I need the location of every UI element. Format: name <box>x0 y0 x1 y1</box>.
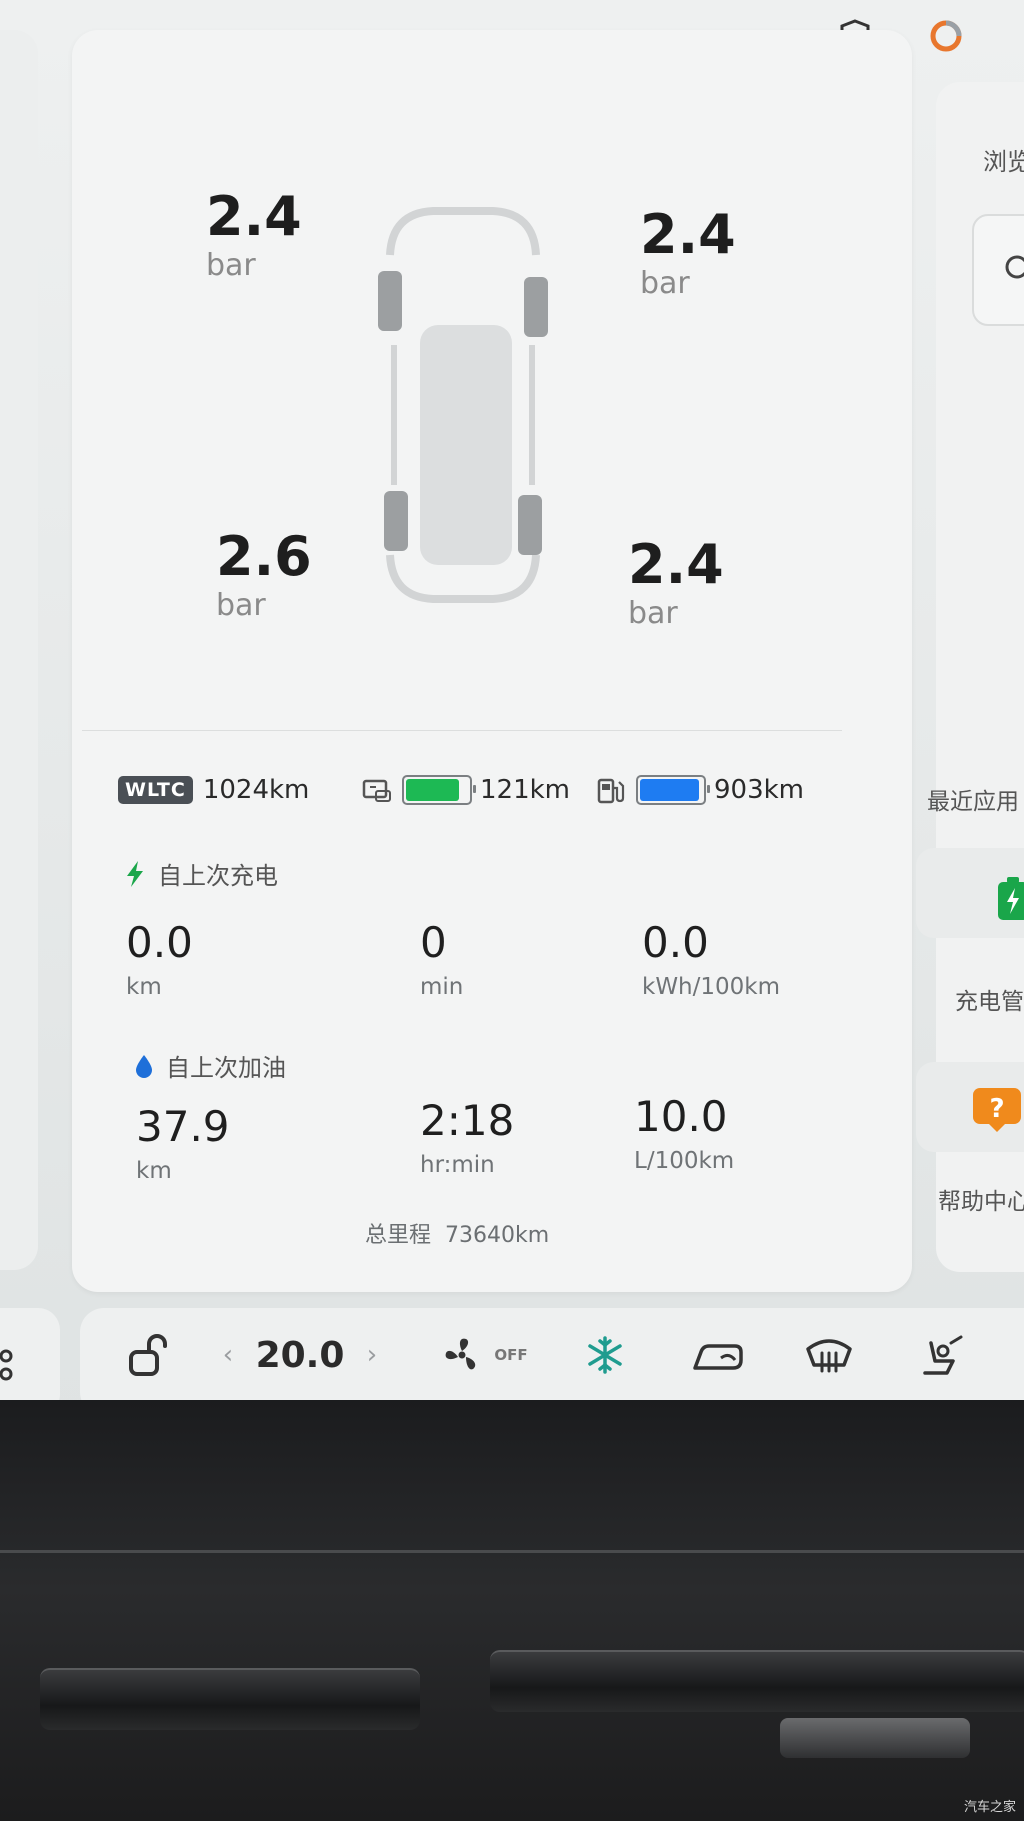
odometer: 总里程 73640km <box>365 1217 549 1249</box>
stat-unit: L/100km <box>634 1148 735 1174</box>
fan-button[interactable]: OFF <box>434 1320 534 1390</box>
browse-label: 浏览 <box>983 148 1024 176</box>
temperature-display: 20.0 <box>252 1320 348 1390</box>
stat-unit: km <box>136 1158 172 1184</box>
tire-pressure-value: 2.4 <box>206 185 302 248</box>
left-edge-panel <box>0 30 38 1270</box>
tire-front-left: 2.4 bar <box>206 185 302 284</box>
search-icon <box>1005 255 1024 279</box>
temp-decrease-button[interactable]: ‹ <box>216 1320 240 1390</box>
tire-rear-left: 2.6 bar <box>216 525 312 624</box>
chevron-right-icon: › <box>366 1340 378 1370</box>
trim-line <box>0 1550 1024 1553</box>
since-charge-consumption: 0.0 kWh/100km <box>642 918 781 1001</box>
tire-pressure-unit: bar <box>628 596 678 631</box>
rear-defrost-button[interactable] <box>800 1320 858 1390</box>
section-divider <box>82 730 842 731</box>
seat-icon <box>693 1344 743 1370</box>
defrost-icon <box>806 1339 852 1373</box>
odometer-value: 73640km <box>445 1223 550 1248</box>
wltc-badge: WLTC <box>118 776 193 804</box>
seat-adjust-button[interactable] <box>912 1320 972 1390</box>
temp-increase-button[interactable]: › <box>360 1320 384 1390</box>
stat-value: 0.0 <box>642 918 709 967</box>
stat-value: 0 <box>420 918 447 967</box>
help-question-icon: ? <box>973 1088 1021 1132</box>
since-refuel-label: 自上次加油 <box>166 1054 286 1082</box>
stat-value: 10.0 <box>634 1092 728 1141</box>
fuel-level-fill <box>640 779 699 801</box>
assistant-ring-icon[interactable] <box>926 16 966 56</box>
stat-unit: min <box>420 974 464 1000</box>
electric-range: 121km <box>362 770 570 810</box>
watermark: 汽车之家 <box>963 1800 1016 1815</box>
fuel-pump-icon <box>597 778 625 804</box>
recent-apps-label: 最近应用 <box>927 789 1019 815</box>
charge-app-tile[interactable] <box>916 848 1024 938</box>
fuel-level-bar <box>636 775 710 805</box>
apps-grid-icon[interactable] <box>0 1348 24 1382</box>
odometer-label: 总里程 <box>365 1223 432 1248</box>
since-charge-label: 自上次充电 <box>158 862 278 890</box>
fan-state-label: OFF <box>494 1346 528 1364</box>
stat-unit: kWh/100km <box>642 974 781 1000</box>
electric-level-fill <box>406 779 459 801</box>
tire-pressure-value: 2.6 <box>216 525 312 588</box>
since-charge-duration: 0 min <box>420 918 464 1001</box>
car-top-view-icon <box>378 207 548 603</box>
stat-unit: km <box>126 974 162 1000</box>
fuel-range-value: 903km <box>714 775 805 805</box>
electric-level-bar <box>402 775 476 805</box>
tire-pressure-unit: bar <box>640 266 690 301</box>
stat-unit: hr:min <box>420 1152 495 1178</box>
tire-pressure-value: 2.4 <box>628 533 724 596</box>
help-app-label: 帮助中心 <box>938 1189 1024 1215</box>
temperature-value: 20.0 <box>255 1334 345 1376</box>
chevron-left-icon: ‹ <box>222 1340 234 1370</box>
stat-value: 37.9 <box>136 1102 230 1151</box>
stat-value: 0.0 <box>126 918 193 967</box>
air-vent-left <box>40 1668 420 1730</box>
seat-recline-icon <box>923 1335 963 1375</box>
wltc-range-value: 1024km <box>202 775 310 805</box>
lock-button[interactable] <box>120 1320 176 1390</box>
electric-range-value: 121km <box>480 775 571 805</box>
dashboard-bezel: 汽车之家 <box>0 1400 1024 1821</box>
svg-text:?: ? <box>989 1094 1004 1124</box>
fuel-drop-icon <box>136 1054 152 1078</box>
since-refuel-consumption: 10.0 L/100km <box>634 1092 735 1175</box>
search-box[interactable] <box>972 214 1024 326</box>
fuel-range: 903km <box>596 770 804 810</box>
since-refuel-duration: 2:18 hr:min <box>420 1096 515 1179</box>
stat-value: 2:18 <box>420 1096 515 1145</box>
battery-charge-icon <box>998 877 1024 920</box>
tire-pressure-unit: bar <box>216 588 266 623</box>
help-app-tile[interactable]: ? <box>916 1062 1024 1152</box>
lightning-icon <box>127 860 143 887</box>
ac-button[interactable] <box>578 1320 632 1390</box>
charge-app-label: 充电管 <box>955 989 1024 1015</box>
snowflake-icon <box>588 1336 622 1374</box>
wltc-range: WLTC 1024km <box>118 770 309 810</box>
car-display-screen: 浏览 最近应用 充电管 ? 帮助中心 2.4 bar 2.4 bar 2.6 b… <box>0 0 1024 1430</box>
tire-rear-right: 2.4 bar <box>628 533 724 632</box>
air-vent-right <box>490 1650 1024 1712</box>
since-charge-distance: 0.0 km <box>126 918 193 1001</box>
since-charge-title: 自上次充电 <box>124 856 278 891</box>
tire-pressure-value: 2.4 <box>640 203 736 266</box>
battery-pack-icon <box>362 779 391 802</box>
unlock-icon <box>129 1334 167 1376</box>
seat-heat-button[interactable] <box>688 1320 748 1390</box>
tire-pressure-unit: bar <box>206 248 256 283</box>
tire-front-right: 2.4 bar <box>640 203 736 302</box>
since-refuel-title: 自上次加油 <box>134 1048 286 1083</box>
vent-slider <box>780 1718 970 1758</box>
fan-icon <box>445 1338 476 1370</box>
since-refuel-distance: 37.9 km <box>136 1102 230 1185</box>
